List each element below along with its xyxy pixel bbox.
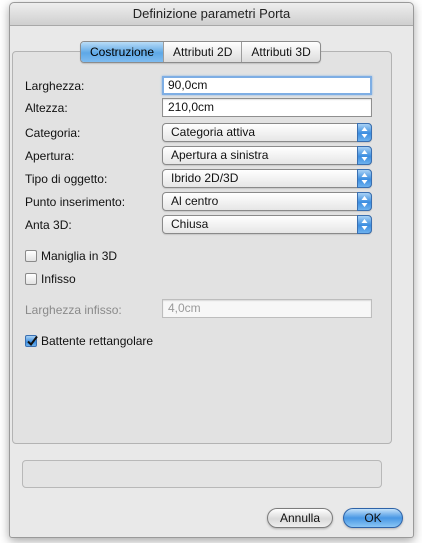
tab-bar: Costruzione Attributi 2D Attributi 3D [80,41,321,63]
info-bar [22,460,382,488]
altezza-label: Altezza: [25,101,68,115]
punto-inserimento-popup[interactable]: Al centro [162,192,372,211]
anta-3d-value: Chiusa [171,217,209,231]
anta-3d-label: Anta 3D: [25,218,72,232]
checkbox-box [25,250,37,262]
checkmark-icon [27,335,38,347]
apertura-label: Apertura: [25,149,75,163]
maniglia-3d-checkbox[interactable]: Maniglia in 3D [25,249,117,263]
categoria-label: Categoria: [25,126,81,140]
categoria-value: Categoria attiva [171,125,256,139]
checkbox-box [25,273,37,285]
tab-attributi-2d[interactable]: Attributi 2D [164,42,243,62]
ok-button[interactable]: OK [343,508,403,528]
popup-arrows-icon [357,169,372,188]
infisso-label: Infisso [41,272,76,286]
popup-arrows-icon [357,192,372,211]
popup-arrows-icon [357,123,372,142]
tab-costruzione[interactable]: Costruzione [81,42,165,62]
larghezza-infisso-input[interactable]: 4,0cm [162,299,372,318]
larghezza-label: Larghezza: [25,79,85,93]
apertura-popup[interactable]: Apertura a sinistra [162,146,372,165]
infisso-checkbox[interactable]: Infisso [25,272,76,286]
checkbox-box-checked [25,335,38,347]
larghezza-input[interactable]: 90,0cm [162,76,372,95]
tipo-oggetto-popup[interactable]: Ibrido 2D/3D [162,169,372,188]
larghezza-infisso-label: Larghezza infisso: [25,303,122,317]
maniglia-3d-label: Maniglia in 3D [41,249,118,263]
battente-rettangolare-checkbox[interactable]: Battente rettangolare [25,334,153,348]
battente-rettangolare-label: Battente rettangolare [41,334,154,348]
punto-inserimento-value: Al centro [171,194,219,208]
altezza-input[interactable]: 210,0cm [162,98,372,117]
tab-attributi-3d[interactable]: Attributi 3D [242,42,319,62]
tipo-oggetto-label: Tipo di oggetto: [25,172,108,186]
categoria-popup[interactable]: Categoria attiva [162,123,372,142]
apertura-value: Apertura a sinistra [171,148,269,162]
window-title: Definizione parametri Porta [10,3,413,26]
tipo-oggetto-value: Ibrido 2D/3D [171,171,239,185]
popup-arrows-icon [357,215,372,234]
popup-arrows-icon [357,146,372,165]
punto-inserimento-label: Punto inserimento: [25,195,126,209]
anta-3d-popup[interactable]: Chiusa [162,215,372,234]
cancel-button[interactable]: Annulla [267,508,333,528]
